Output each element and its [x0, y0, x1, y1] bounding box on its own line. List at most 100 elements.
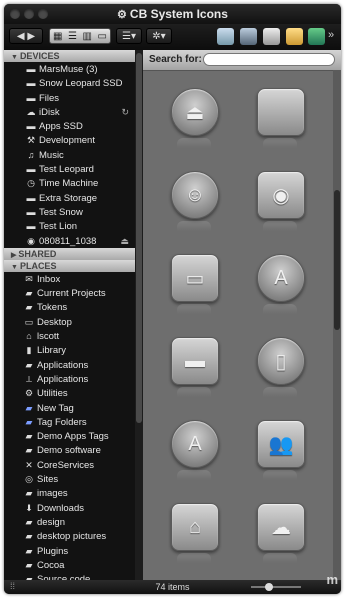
devices-item-label: Test Snow: [39, 206, 83, 218]
users-icon-glyph: 👥: [268, 433, 294, 456]
search-input[interactable]: [203, 53, 335, 66]
finder-icon[interactable]: ☺: [171, 171, 219, 219]
places-item[interactable]: ▰ Demo Apps Tags: [4, 429, 135, 443]
eject-icon[interactable]: ⏏: [120, 234, 129, 248]
wifi-icon[interactable]: ◉: [257, 171, 305, 219]
places-item[interactable]: ⌂ lscott: [4, 329, 135, 343]
column-view-icon[interactable]: ▥: [83, 31, 92, 42]
places-item[interactable]: ▰ Source code: [4, 572, 135, 580]
places-item-label: Plugins: [37, 545, 69, 557]
devices-item[interactable]: ♫ Music: [4, 148, 135, 162]
icon-size-slider-knob[interactable]: [265, 583, 273, 591]
places-item-label: Desktop: [37, 316, 72, 328]
places-item[interactable]: ◎ Sites: [4, 472, 135, 486]
icon-reflection: [263, 221, 297, 231]
places-item[interactable]: ▭ Desktop: [4, 315, 135, 329]
devices-item[interactable]: ▬ Files: [4, 91, 135, 105]
places-item[interactable]: ▰ New Tag: [4, 401, 135, 415]
devices-item[interactable]: ◉ 080811_1038 ⏏: [4, 234, 135, 248]
places-item[interactable]: ⬇ Downloads: [4, 501, 135, 515]
list-view-icon[interactable]: ☰: [68, 31, 77, 42]
notes-shortcut-icon[interactable]: [286, 28, 303, 45]
document-shortcut-icon[interactable]: [263, 28, 280, 45]
places-item[interactable]: ▮ Library: [4, 343, 135, 357]
app-shortcut-icon[interactable]: [217, 28, 234, 45]
icon-view-icon[interactable]: ▦: [53, 31, 62, 42]
places-item[interactable]: ✉ Inbox: [4, 272, 135, 286]
app-shortcut-icon[interactable]: [308, 28, 325, 45]
sidebar-scrollbar[interactable]: [135, 50, 143, 580]
home-icon[interactable]: ⌂: [171, 503, 219, 551]
places-item[interactable]: ▰ Cocoa: [4, 558, 135, 572]
blank-square-icon[interactable]: [257, 88, 305, 136]
places-item[interactable]: ▰ Tokens: [4, 300, 135, 314]
disclosure-triangle-icon[interactable]: ▼: [11, 264, 18, 271]
view-mode-segment[interactable]: ▦ ☰ ▥ ▭: [49, 28, 111, 44]
devices-item[interactable]: ⚒ Development: [4, 133, 135, 147]
app-store-icon[interactable]: A: [257, 254, 305, 302]
blank-square-icon-glyph: [258, 89, 304, 135]
disclosure-triangle-icon[interactable]: ▼: [11, 54, 18, 61]
places-item[interactable]: ⟂ Applications: [4, 372, 135, 386]
back-forward-buttons[interactable]: ◀ ▶: [9, 28, 43, 44]
main-scroll-thumb[interactable]: [334, 190, 340, 330]
app-shortcut-icon[interactable]: [240, 28, 257, 45]
places-item[interactable]: ⚙ Utilities: [4, 386, 135, 400]
shared-header[interactable]: ▶ SHARED: [4, 247, 135, 260]
places-item[interactable]: ✕ CoreServices: [4, 458, 135, 472]
main-scrollbar[interactable]: [333, 70, 341, 580]
toolbar-overflow-chevron-icon[interactable]: »: [328, 29, 334, 41]
places-item[interactable]: ▰ Current Projects: [4, 286, 135, 300]
font-icon[interactable]: A: [171, 420, 219, 468]
places-item[interactable]: ▰ images: [4, 486, 135, 500]
places-item[interactable]: ▰ Tag Folders: [4, 415, 135, 429]
icon-reflection: [263, 553, 297, 563]
arrange-button[interactable]: ☰▾: [116, 28, 142, 44]
sidebar-scroll-thumb[interactable]: [136, 53, 142, 423]
coverflow-view-icon[interactable]: ▭: [98, 31, 107, 42]
icon-size-slider[interactable]: [251, 586, 301, 588]
search-bar: Search for:: [143, 50, 341, 71]
watermark-logo: m: [326, 572, 338, 587]
sync-icon[interactable]: ↻: [121, 105, 129, 119]
devices-item[interactable]: ▬ Snow Leopard SSD: [4, 76, 135, 90]
back-arrow-icon[interactable]: ◀: [17, 31, 25, 42]
eject-icon[interactable]: ⏏: [171, 88, 219, 136]
cloud-icon: ☁: [26, 106, 36, 117]
shared-header-label: SHARED: [18, 248, 57, 259]
devices-item[interactable]: ☁ iDisk ↻: [4, 105, 135, 119]
x-icon: ✕: [25, 459, 33, 470]
icon-reflection: [177, 138, 211, 148]
folder-icon[interactable]: ▭: [171, 254, 219, 302]
document-icon[interactable]: ▯: [257, 337, 305, 385]
app-store-icon-glyph: A: [274, 266, 288, 289]
cloud-icon[interactable]: ☁: [257, 503, 305, 551]
drive-icon: ▬: [26, 164, 36, 175]
places-item[interactable]: ▰ Plugins: [4, 544, 135, 558]
clock-icon: ◷: [27, 178, 35, 189]
places-header[interactable]: ▼ PLACES: [4, 259, 135, 272]
gear-icon: ✲▾: [152, 31, 166, 42]
music-icon: ♫: [27, 149, 35, 160]
devices-item[interactable]: ▬ Apps SSD: [4, 119, 135, 133]
forward-arrow-icon[interactable]: ▶: [27, 31, 35, 42]
places-item-label: Inbox: [37, 273, 61, 285]
tool-icon: ⚒: [26, 135, 36, 146]
places-item[interactable]: ▰ Applications: [4, 358, 135, 372]
devices-item[interactable]: ▬ MarsMuse (3): [4, 62, 135, 76]
devices-item[interactable]: ▬ Extra Storage: [4, 191, 135, 205]
devices-header[interactable]: ▼ DEVICES: [4, 50, 135, 62]
drive-icon[interactable]: ▬: [171, 337, 219, 385]
folder-icon: ▰: [25, 302, 33, 313]
places-item[interactable]: ▰ Demo software: [4, 443, 135, 457]
devices-item[interactable]: ▬ Test Leopard: [4, 162, 135, 176]
devices-item[interactable]: ◷ Time Machine: [4, 176, 135, 190]
disclosure-triangle-icon[interactable]: ▶: [11, 252, 16, 259]
devices-item[interactable]: ▬ Test Snow: [4, 205, 135, 219]
places-item[interactable]: ▰ design: [4, 515, 135, 529]
users-icon[interactable]: 👥: [257, 420, 305, 468]
devices-item[interactable]: ▬ Test Lion: [4, 219, 135, 233]
drive-icon: ▬: [26, 64, 36, 74]
places-item[interactable]: ▰ desktop pictures: [4, 529, 135, 543]
action-button[interactable]: ✲▾: [146, 28, 172, 44]
